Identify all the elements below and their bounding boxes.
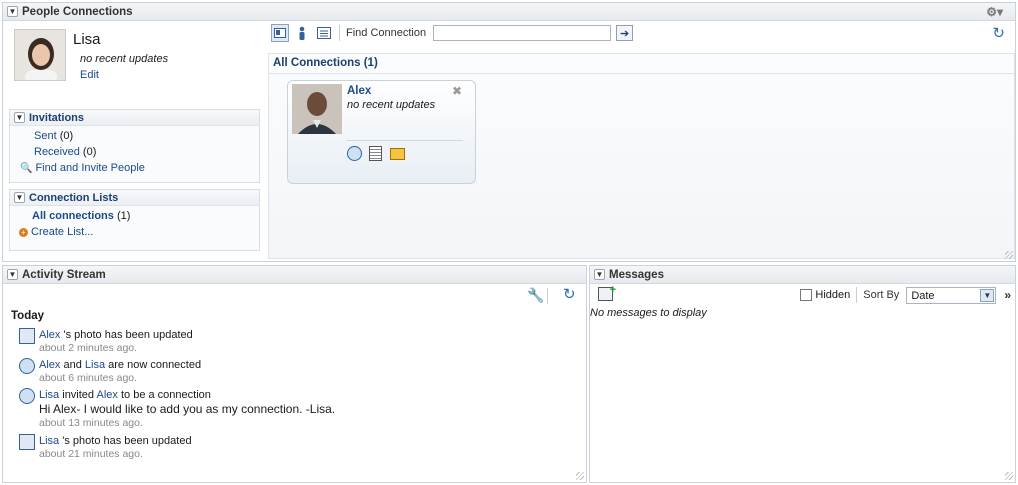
activity-text: and [63, 359, 82, 371]
invitations-header: ▼ Invitations [10, 110, 259, 126]
sent-count: (0) [59, 130, 74, 142]
go-arrow-icon[interactable]: ➔ [616, 25, 634, 41]
gear-icon[interactable]: ⚙▾ [986, 5, 1003, 19]
all-connections-count: (1) [116, 210, 131, 222]
panel-title: Activity Stream [22, 268, 106, 281]
invitations-title: Invitations [29, 111, 85, 124]
profile-status: no recent updates [80, 53, 169, 65]
collapse-chevron-icon[interactable]: ▼ [594, 269, 605, 280]
sort-by-label: Sort By [863, 289, 900, 301]
connect-globe-icon[interactable] [347, 146, 362, 161]
connection-card[interactable]: Alex no recent updates ✖ [287, 80, 476, 184]
activity-text: to be a connection [120, 389, 211, 401]
sort-by-value: Date [911, 289, 935, 302]
refresh-icon[interactable]: ↻ [563, 285, 576, 303]
sort-by-select[interactable]: Date ▼ [906, 286, 997, 304]
search-icon: 🔍 [20, 162, 33, 174]
add-list-icon: + [19, 227, 28, 237]
profile-photo [14, 29, 66, 81]
activity-text: are now connected [108, 359, 202, 371]
section-today: Today [11, 310, 45, 322]
activity-item: Alex 's photo has been updated about 2 m… [19, 328, 193, 354]
activity-user-link[interactable]: Lisa [39, 435, 59, 447]
collapse-chevron-icon[interactable]: ▼ [7, 269, 18, 280]
connection-photo [292, 84, 342, 134]
all-connections-link[interactable]: All connections [32, 210, 114, 222]
connections-toolbar: Find Connection ➔ [271, 23, 634, 43]
messages-panel: ▼ Messages + Hidden Sort By Date ▼ » No … [589, 265, 1016, 483]
activity-user-link[interactable]: Alex [39, 329, 60, 341]
hidden-label: Hidden [815, 289, 851, 301]
photo-update-icon [19, 434, 35, 450]
activity-time: about 13 minutes ago. [39, 417, 143, 429]
activity-text: 's photo has been updated [62, 435, 192, 447]
connection-lists-section: ▼ Connection Lists All connections (1) +… [9, 189, 260, 251]
messages-toolbar: Hidden Sort By Date ▼ » [800, 286, 1011, 304]
expand-more-icon[interactable]: » [1004, 288, 1011, 302]
card-view-icon[interactable] [271, 24, 289, 42]
hidden-checkbox[interactable] [800, 289, 813, 301]
find-connection-label: Find Connection [346, 27, 427, 39]
activity-item: Alex and Lisa are now connected about 6 … [19, 358, 201, 384]
people-connections-header: ▼ People Connections ⚙▾ [3, 3, 1015, 21]
panel-title: People Connections [22, 5, 133, 18]
messages-header: ▼ Messages [590, 266, 1015, 284]
activity-time: about 6 minutes ago. [39, 372, 138, 384]
profile-document-icon[interactable] [369, 146, 382, 161]
profile-name: Lisa [73, 31, 101, 48]
activity-time: about 21 minutes ago. [39, 448, 143, 460]
find-invite-link[interactable]: Find and Invite People [35, 162, 144, 174]
activity-time: about 2 minutes ago. [39, 342, 138, 354]
all-connections-title: All Connections (1) [273, 57, 378, 69]
activity-item: Lisa 's photo has been updated about 21 … [19, 434, 192, 460]
person-view-icon[interactable] [293, 24, 311, 42]
connection-lists-title: Connection Lists [29, 191, 119, 204]
sent-link[interactable]: Sent [34, 130, 57, 142]
panel-title: Messages [609, 268, 664, 281]
resize-grip-icon[interactable] [1005, 472, 1013, 480]
invitations-section: ▼ Invitations Sent (0) Received (0) 🔍 Fi… [9, 109, 260, 183]
resize-grip-icon[interactable] [1005, 251, 1013, 259]
collapse-chevron-icon[interactable]: ▼ [14, 192, 25, 203]
activity-stream-panel: ▼ Activity Stream 🔧 ↻ Today Alex 's phot… [2, 265, 587, 483]
activity-stream-header: ▼ Activity Stream [3, 266, 586, 284]
resize-grip-icon[interactable] [576, 472, 584, 480]
collapse-chevron-icon[interactable]: ▼ [7, 6, 18, 17]
received-link[interactable]: Received [34, 146, 80, 158]
all-connections-area: All Connections (1) Alex no recent updat… [268, 53, 1015, 259]
remove-connection-icon[interactable]: ✖ [452, 84, 462, 98]
connection-status: no recent updates [347, 99, 436, 111]
toolbar-separator [339, 25, 340, 41]
activity-text: 's photo has been updated [63, 329, 193, 341]
activity-user-link[interactable]: Alex [39, 359, 60, 371]
connection-lists-header: ▼ Connection Lists [10, 190, 259, 206]
connection-globe-icon [19, 358, 35, 374]
refresh-icon[interactable]: ↻ [992, 24, 1005, 42]
connection-name-link[interactable]: Alex [347, 85, 371, 97]
activity-text: invited [62, 389, 95, 401]
activity-message: Hi Alex- I would like to add you as my c… [39, 402, 336, 416]
wrench-icon[interactable]: 🔧 [527, 287, 544, 304]
find-connection-input[interactable] [433, 25, 612, 41]
collapse-chevron-icon[interactable]: ▼ [14, 112, 25, 123]
new-message-icon[interactable]: + [598, 284, 616, 301]
message-envelope-icon[interactable] [390, 148, 405, 160]
toolbar-separator [856, 287, 858, 303]
activity-item: Lisa invited Alex to be a connection Hi … [19, 388, 335, 429]
received-count: (0) [82, 146, 97, 158]
edit-profile-link[interactable]: Edit [80, 69, 99, 81]
activity-user-link[interactable]: Lisa [85, 359, 105, 371]
toolbar-separator [547, 288, 548, 304]
activity-user-link[interactable]: Alex [97, 389, 118, 401]
messages-empty-text: No messages to display [590, 307, 707, 319]
create-list-link[interactable]: Create List... [31, 226, 93, 238]
photo-update-icon [19, 328, 35, 344]
chevron-down-icon: ▼ [980, 288, 995, 302]
list-view-icon[interactable] [315, 24, 333, 42]
activity-user-link[interactable]: Lisa [39, 389, 59, 401]
connection-globe-icon [19, 388, 35, 404]
people-connections-panel: ▼ People Connections ⚙▾ Lisa no recent u… [2, 2, 1016, 262]
